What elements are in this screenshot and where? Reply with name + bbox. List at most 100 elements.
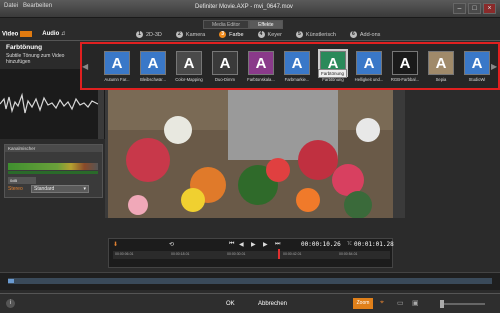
- filter-label: Duo-Dimm: [214, 77, 235, 82]
- media-tabs: Video Audio ♫: [2, 31, 65, 38]
- menu-bar: Datei Bearbeiten: [4, 3, 52, 9]
- app-window: Datei Bearbeiten Definiter Movie.AXP - m…: [0, 0, 500, 313]
- filter-thumbnail[interactable]: A: [212, 51, 238, 75]
- menu-datei[interactable]: Datei: [4, 3, 18, 9]
- tc-label: TC: [347, 241, 352, 246]
- ruler-tick: 00:00:18.01: [171, 252, 190, 256]
- maximize-icon[interactable]: □: [468, 3, 481, 14]
- audio-settings: Kanalmischer 0dB Stereo Standard: [4, 144, 103, 198]
- filter-label: Autumn Far...: [104, 77, 130, 82]
- tab-number: 1: [136, 31, 143, 38]
- tab-kuenstlerisch[interactable]: 5 Künstlerisch: [295, 31, 336, 38]
- ruler-tick: 00:00:06.01: [115, 252, 134, 256]
- filter-label: StudioWi: [468, 77, 486, 82]
- filter-label: Color-Mapping: [175, 77, 203, 82]
- tab-keyer[interactable]: 4 Keyer: [257, 31, 282, 38]
- scroll-left-icon[interactable]: ◀: [82, 62, 88, 71]
- monitor-icon[interactable]: ▭: [397, 299, 404, 307]
- level-value[interactable]: 0dB: [8, 177, 36, 184]
- panel-description: Subtile Tönung zum Video hinzufügen: [6, 53, 65, 65]
- tab-add-ons[interactable]: 6 Add-ons: [349, 31, 381, 38]
- crosshair-icon[interactable]: ⌖: [380, 299, 384, 307]
- tab-number: 5: [295, 31, 303, 38]
- filter-thumbnail[interactable]: A: [248, 51, 274, 75]
- loop-icon[interactable]: ⟲: [169, 241, 174, 248]
- transport-bar: ⬇ ⟲ ⏮ ◀ ▶ ▶ ⏭ 00:00:10.26 TC 00:01:01.28…: [108, 238, 394, 268]
- duration-timecode: 00:01:01.28: [354, 241, 394, 248]
- level-meter-secondary: [8, 171, 98, 174]
- info-icon[interactable]: i: [6, 299, 15, 308]
- tab-kamera[interactable]: 2 Kamera: [175, 31, 206, 38]
- step-forward-icon[interactable]: ▶: [263, 241, 268, 248]
- playhead[interactable]: [278, 249, 280, 259]
- zoom-button[interactable]: Zoom: [353, 298, 373, 309]
- video-icon: [20, 31, 33, 37]
- go-end-icon[interactable]: ⏭: [275, 241, 280, 248]
- close-icon[interactable]: ×: [483, 3, 496, 14]
- tab-number: 6: [349, 31, 357, 38]
- timeline: [0, 272, 500, 290]
- marker-icon[interactable]: ⬇: [113, 241, 118, 248]
- tab-label: 2D-3D: [146, 31, 162, 38]
- tab-number: 2: [175, 31, 183, 38]
- filter-label: Bleibschwär...: [140, 77, 166, 82]
- filter-thumbnail[interactable]: A: [140, 51, 166, 75]
- tab-number: 4: [257, 31, 265, 38]
- level-meter: [8, 163, 98, 170]
- filter-thumbnail[interactable]: A: [464, 51, 490, 75]
- settings-header: Kanalmischer: [5, 145, 102, 152]
- tab-audio-label: Audio: [42, 31, 60, 37]
- preview-image: [108, 90, 393, 218]
- tab-number: 3: [219, 31, 227, 38]
- menu-bearbeiten[interactable]: Bearbeiten: [23, 3, 52, 9]
- go-start-icon[interactable]: ⏮: [229, 241, 234, 248]
- zoom-slider[interactable]: [440, 300, 485, 308]
- tab-label: Add-ons: [359, 31, 381, 38]
- tab-label: Kamera: [185, 31, 206, 38]
- tab-effekte[interactable]: Effekte: [249, 20, 283, 29]
- minimize-icon[interactable]: –: [453, 3, 466, 14]
- filter-thumbnail[interactable]: A: [176, 51, 202, 75]
- step-back-icon[interactable]: ◀: [239, 241, 244, 248]
- filter-label: RGB-Farbbal...: [390, 77, 420, 82]
- ruler-tick: 00:00:54.01: [339, 252, 358, 256]
- tab-video[interactable]: Video: [2, 31, 33, 38]
- video-preview: [108, 90, 393, 218]
- ruler-tick: 00:00:42.01: [283, 252, 302, 256]
- tab-2d-3d[interactable]: 1 2D-3D: [136, 31, 162, 38]
- timeline-track[interactable]: [8, 278, 492, 284]
- stereo-label: Stereo: [8, 186, 23, 192]
- filter-thumbnail[interactable]: A: [284, 51, 310, 75]
- filter-label: Farbmarkie...: [284, 77, 310, 82]
- tab-video-label: Video: [2, 31, 19, 38]
- window-title: Definiter Movie.AXP - mvi_0647.mov: [195, 4, 293, 10]
- filter-thumbnail[interactable]: A: [392, 51, 418, 75]
- music-note-icon: ♫: [60, 31, 66, 37]
- filter-thumbnail[interactable]: A: [104, 51, 130, 75]
- filter-label: Helligkeit und...: [354, 77, 384, 82]
- time-ruler[interactable]: 00:00:06.01 00:00:18.01 00:00:30.01 00:0…: [113, 249, 390, 259]
- bottom-bar: i OK Abbrechen Zoom ⌖ ▭ ▣: [0, 293, 500, 313]
- tab-audio[interactable]: Audio ♫: [42, 31, 65, 38]
- stereo-select[interactable]: Standard: [31, 185, 89, 193]
- tab-farbe[interactable]: 3 Farbe: [219, 31, 244, 38]
- ruler-tick: 00:00:30.01: [227, 252, 246, 256]
- mode-tabs: Media Editor Effekte: [203, 20, 283, 29]
- panel-title: Farbtönung: [6, 44, 43, 51]
- preview-frame-right: [393, 90, 405, 218]
- tooltip: Farbtönung: [318, 69, 348, 78]
- ok-button[interactable]: OK: [218, 298, 243, 310]
- category-tabs: 1 2D-3D 2 Kamera 3 Farbe 4 Keyer 5 Künstleris…: [136, 31, 380, 38]
- tab-label: Farbe: [229, 31, 244, 38]
- filter-label: Sepia: [435, 77, 447, 82]
- tab-media-editor[interactable]: Media Editor: [203, 20, 250, 29]
- filter-thumbnail[interactable]: A: [356, 51, 382, 75]
- scroll-right-icon[interactable]: ▶: [491, 62, 497, 71]
- filter-thumbnail[interactable]: A: [428, 51, 454, 75]
- play-icon[interactable]: ▶: [251, 241, 256, 248]
- tab-label: Künstlerisch: [305, 31, 336, 38]
- tab-label: Keyer: [267, 31, 282, 38]
- cancel-button[interactable]: Abbrechen: [250, 298, 295, 310]
- aspect-icon[interactable]: ▣: [412, 299, 419, 307]
- filter-label: Farbtonskala...: [247, 77, 275, 82]
